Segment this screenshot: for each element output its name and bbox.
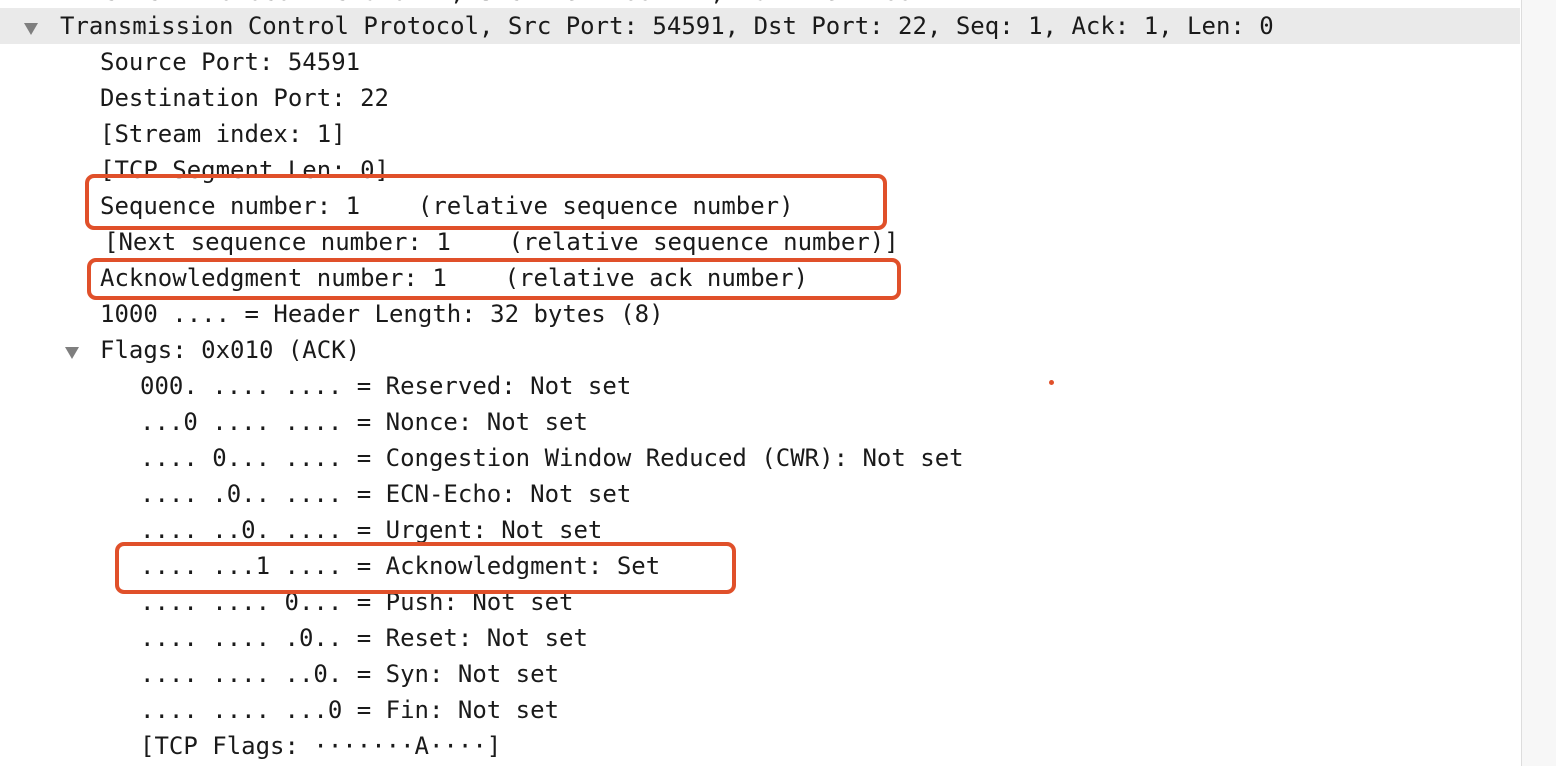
highlight-box-acknowledgment-number — [87, 258, 901, 300]
tree-row-label: Source Port: 54591 — [100, 48, 361, 76]
tree-row-label: Destination Port: 22 — [100, 84, 389, 112]
tree-row-flag-cwr[interactable]: .... 0... .... = Congestion Window Reduc… — [0, 440, 1520, 476]
tree-row-flag-syn[interactable]: .... .... ..0. = Syn: Not set — [0, 656, 1520, 692]
tree-row-label: 1000 .... = Header Length: 32 bytes (8) — [100, 300, 664, 328]
tree-row-flag-ecn-echo[interactable]: .... .0.. .... = ECN-Echo: Not set — [0, 476, 1520, 512]
tree-row-label: 000. .... .... = Reserved: Not set — [140, 372, 632, 400]
tree-row-source-port[interactable]: Source Port: 54591 — [0, 44, 1520, 80]
annotation-dot — [1049, 380, 1054, 385]
tree-row-header-length[interactable]: 1000 .... = Header Length: 32 bytes (8) — [0, 296, 1520, 332]
tree-row-label: .... .... ...0 = Fin: Not set — [140, 696, 560, 724]
tree-row-label: [Stream index: 1] — [100, 120, 346, 148]
tree-row-label: ...0 .... .... = Nonce: Not set — [140, 408, 588, 436]
tree-row-tcp[interactable]: Transmission Control Protocol, Src Port:… — [0, 8, 1520, 44]
tree-row-label: Transmission Control Protocol, Src Port:… — [60, 12, 1274, 40]
tree-row-label: .... .... .0.. = Reset: Not set — [140, 624, 588, 652]
tree-row-flag-reset[interactable]: .... .... .0.. = Reset: Not set — [0, 620, 1520, 656]
packet-details-pane: Internet Protocol Version 4, Src: 192.16… — [0, 0, 1556, 766]
tree-row-flags[interactable]: Flags: 0x010 (ACK) — [0, 332, 1520, 368]
tree-row-tcp-flags-summary[interactable]: [TCP Flags: ·······A····] — [0, 728, 1520, 764]
tree-row-label: Flags: 0x010 (ACK) — [100, 336, 361, 364]
expand-triangle-icon[interactable] — [24, 23, 38, 35]
tree-row-destination-port[interactable]: Destination Port: 22 — [0, 80, 1520, 116]
expand-triangle-icon[interactable] — [65, 347, 79, 359]
tree-row-stream-index[interactable]: [Stream index: 1] — [0, 116, 1520, 152]
highlight-box-acknowledgment-flag — [115, 542, 736, 594]
tree-row-flag-nonce[interactable]: ...0 .... .... = Nonce: Not set — [0, 404, 1520, 440]
tree-row-flag-reserved[interactable]: 000. .... .... = Reserved: Not set — [0, 368, 1520, 404]
tree-row-label: .... 0... .... = Congestion Window Reduc… — [140, 444, 964, 472]
tree-row-label: .... .0.. .... = ECN-Echo: Not set — [140, 480, 632, 508]
vertical-scrollbar[interactable] — [1521, 0, 1556, 766]
tree-row-label: .... .... ..0. = Syn: Not set — [140, 660, 560, 688]
tree-row-flag-fin[interactable]: .... .... ...0 = Fin: Not set — [0, 692, 1520, 728]
tree-row-label: [TCP Flags: ·······A····] — [140, 732, 502, 760]
highlight-box-sequence-number — [85, 174, 887, 230]
